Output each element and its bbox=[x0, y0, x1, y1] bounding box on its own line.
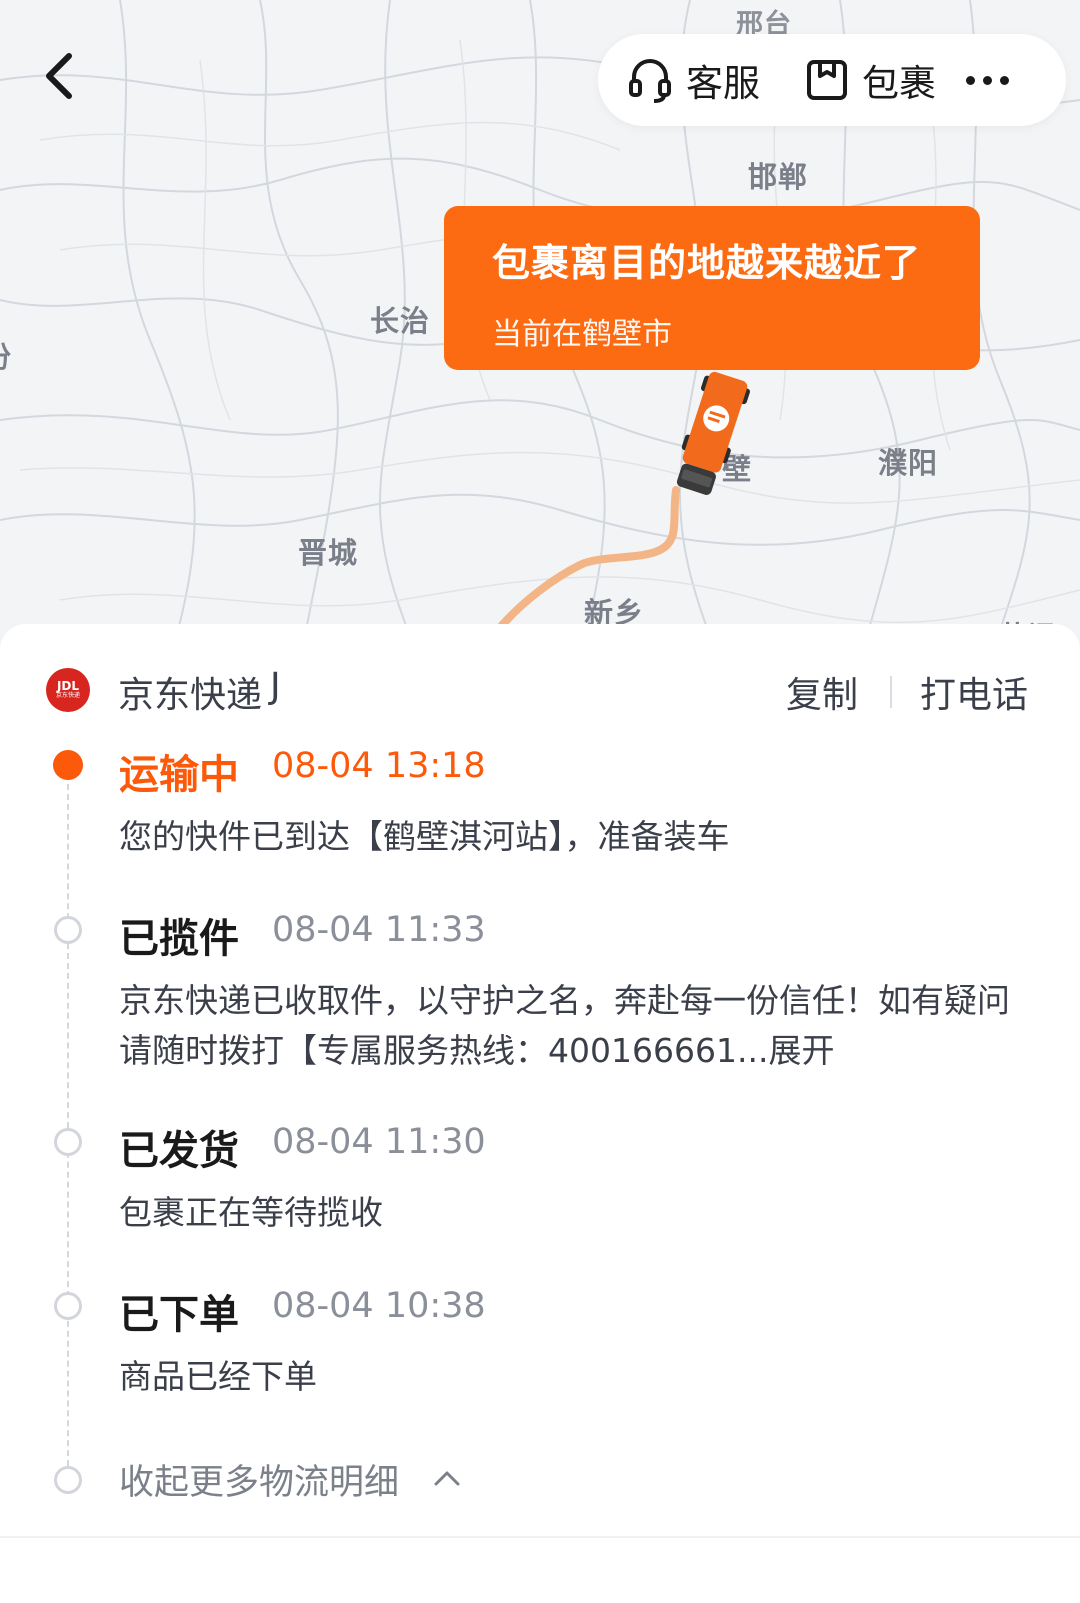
city-label: 汾 bbox=[0, 334, 12, 376]
timeline-dot-active bbox=[53, 750, 83, 780]
delivery-truck-icon bbox=[676, 371, 751, 495]
jdl-logo-text: JDL bbox=[56, 679, 80, 693]
tracking-redaction bbox=[292, 660, 592, 716]
logistics-detail-sheet: JDL 京东快递 京东快递 J 5371 复制 打电话 运输中 08-04 13… bbox=[0, 624, 1080, 1603]
carrier-name: 京东快递 bbox=[118, 675, 263, 716]
expand-link[interactable]: 展开 bbox=[768, 1031, 834, 1070]
back-button[interactable] bbox=[28, 44, 88, 108]
more-dot bbox=[966, 75, 975, 85]
timeline-dot bbox=[54, 1466, 82, 1494]
package-label: 包裹 bbox=[862, 62, 936, 105]
city-label: 长治 bbox=[370, 304, 431, 338]
event-time: 08-04 13:18 bbox=[272, 746, 486, 786]
event-description-text: 京东快递已收取件，以守护之名，奔赴每一份信任！如有疑问请随时拨打【专属服务热线：… bbox=[119, 981, 1010, 1070]
event-time: 08-04 11:30 bbox=[272, 1122, 486, 1162]
call-button[interactable]: 打电话 bbox=[920, 666, 1028, 718]
event-time: 08-04 11:33 bbox=[272, 910, 486, 950]
top-action-bar: 客服 包裹 bbox=[598, 34, 1066, 126]
event-status: 已揽件 bbox=[119, 916, 239, 962]
city-label: 邯郸 bbox=[748, 160, 809, 194]
headset-icon bbox=[629, 59, 671, 103]
bottom-divider bbox=[0, 1536, 1080, 1538]
bubble-title: 包裹离目的地越来越近了 bbox=[492, 241, 922, 285]
route-line bbox=[486, 486, 680, 644]
event-status: 运输中 bbox=[119, 752, 239, 798]
city-label: 濮阳 bbox=[878, 446, 939, 480]
event-status: 已下单 bbox=[119, 1292, 239, 1338]
collapse-details-button[interactable]: 收起更多物流明细 bbox=[0, 1444, 1080, 1514]
carrier-row: JDL 京东快递 京东快递 J 5371 复制 打电话 bbox=[0, 624, 1080, 754]
chevron-left-icon bbox=[46, 53, 72, 99]
action-divider bbox=[890, 676, 892, 708]
more-button[interactable] bbox=[966, 34, 1009, 126]
event-description: 包裹正在等待揽收 bbox=[119, 1193, 383, 1232]
jdl-logo-subtext: 京东快递 bbox=[55, 692, 80, 699]
package-button[interactable]: 包裹 bbox=[806, 34, 936, 126]
more-dot bbox=[1000, 75, 1009, 85]
timeline-dot bbox=[54, 1128, 82, 1156]
event-status: 已发货 bbox=[119, 1128, 239, 1174]
status-bubble: 包裹离目的地越来越近了 当前在鹤壁市 bbox=[444, 206, 980, 370]
event-description: 京东快递已收取件，以守护之名，奔赴每一份信任！如有疑问请随时拨打【专属服务热线：… bbox=[119, 976, 1019, 1076]
event-description: 您的快件已到达【鹤壁淇河站】，准备装车 bbox=[119, 817, 730, 856]
timeline-dot bbox=[54, 916, 82, 944]
collapse-label: 收起更多物流明细 bbox=[119, 1463, 400, 1503]
jdl-logo: JDL 京东快递 bbox=[46, 668, 90, 712]
chevron-up-icon bbox=[434, 1471, 460, 1486]
bubble-subtitle: 当前在鹤壁市 bbox=[492, 317, 672, 352]
customer-service-button[interactable]: 客服 bbox=[628, 34, 760, 126]
event-time: 08-04 10:38 bbox=[272, 1286, 486, 1326]
package-icon bbox=[807, 60, 847, 100]
customer-service-label: 客服 bbox=[686, 62, 760, 105]
more-dot bbox=[983, 75, 992, 85]
copy-button[interactable]: 复制 bbox=[786, 666, 858, 718]
logistics-map[interactable]: 邢台 邯郸 长治 汾 濮阳 壁 晋城 新乡 焦作 菏泽 客服 包裹 bbox=[0, 0, 1080, 660]
event-description: 商品已经下单 bbox=[119, 1357, 317, 1396]
city-label: 晋城 bbox=[298, 536, 359, 570]
timeline-dot bbox=[54, 1292, 82, 1320]
